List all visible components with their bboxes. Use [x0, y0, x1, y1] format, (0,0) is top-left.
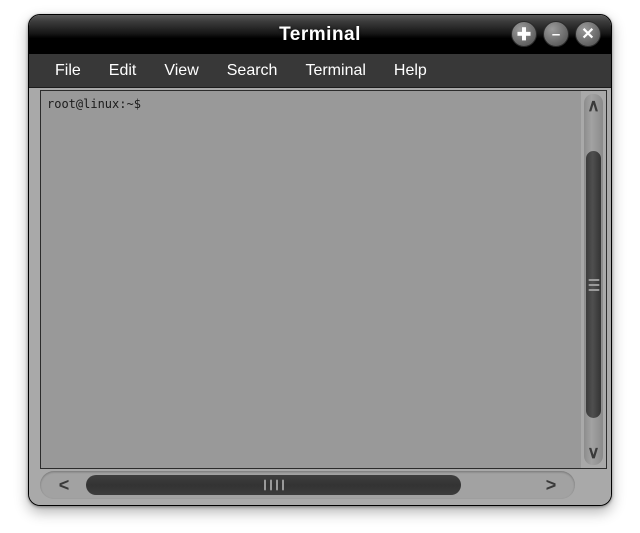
menu-item-edit[interactable]: Edit: [97, 60, 149, 82]
menu-item-help[interactable]: Help: [382, 60, 439, 82]
screen: Terminal ✚ – ✕ File Edit View Search Ter…: [0, 0, 640, 533]
scroll-up-arrow-icon[interactable]: ∧: [581, 93, 606, 119]
horizontal-thumb-grip-icon: [262, 479, 286, 491]
vertical-scroll-thumb[interactable]: [586, 151, 601, 418]
menu-bar: File Edit View Search Terminal Help: [29, 54, 611, 88]
vertical-thumb-grip-icon: [588, 276, 599, 294]
scroll-down-arrow-icon[interactable]: ∨: [581, 440, 606, 466]
maximize-button[interactable]: ✚: [511, 21, 537, 47]
title-bar[interactable]: Terminal ✚ – ✕: [29, 15, 611, 54]
menu-item-file[interactable]: File: [43, 60, 93, 82]
scroll-left-arrow-icon[interactable]: <: [44, 475, 84, 496]
horizontal-scroll-thumb[interactable]: [86, 475, 462, 495]
minimize-button[interactable]: –: [543, 21, 569, 47]
window-controls: ✚ – ✕: [511, 21, 601, 47]
window-body: root@linux:~$ ∧ ∨ < >: [29, 88, 611, 505]
close-button[interactable]: ✕: [575, 21, 601, 47]
terminal-output[interactable]: root@linux:~$: [40, 90, 581, 469]
menu-item-view[interactable]: View: [152, 60, 210, 82]
menu-item-search[interactable]: Search: [215, 60, 290, 82]
vertical-scrollbar[interactable]: ∧ ∨: [581, 90, 607, 469]
terminal-prompt-line: root@linux:~$: [47, 97, 141, 111]
terminal-area: root@linux:~$ ∧ ∨: [40, 90, 607, 469]
scroll-right-arrow-icon[interactable]: >: [531, 475, 571, 496]
horizontal-scroll-track[interactable]: [84, 475, 531, 495]
terminal-window: Terminal ✚ – ✕ File Edit View Search Ter…: [28, 14, 612, 506]
menu-item-terminal[interactable]: Terminal: [293, 60, 377, 82]
horizontal-scrollbar[interactable]: < >: [40, 471, 575, 499]
